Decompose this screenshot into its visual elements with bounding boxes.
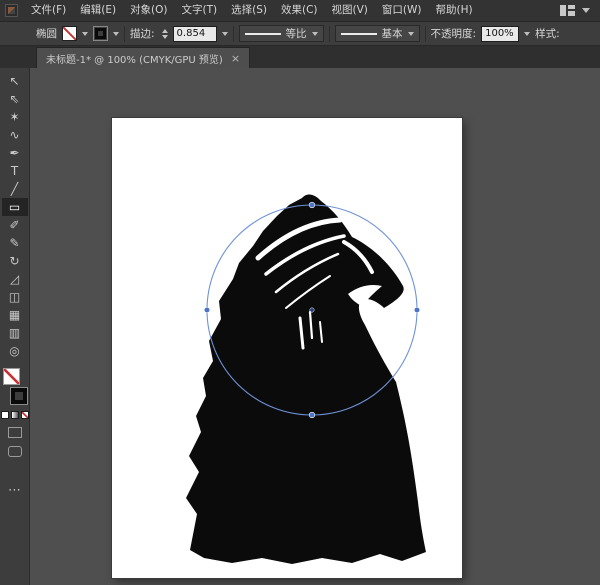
line-segment-tool[interactable]: ╱ — [2, 180, 28, 198]
active-tool-label: 椭圆 — [36, 26, 57, 41]
mesh-tool[interactable]: ▦ — [2, 306, 28, 324]
brush-definition-dropdown[interactable]: 基本 — [335, 25, 420, 42]
fill-chevron-icon[interactable] — [82, 32, 88, 36]
rotate-tool[interactable]: ↻ — [2, 252, 28, 270]
none-button[interactable] — [21, 411, 29, 419]
menu-type[interactable]: 文字(T) — [175, 0, 225, 21]
style-label: 样式: — [535, 26, 560, 41]
menu-select[interactable]: 选择(S) — [224, 0, 274, 21]
opacity-input[interactable] — [481, 26, 519, 42]
magic-wand-tool[interactable]: ✶ — [2, 108, 28, 126]
pencil-tool[interactable]: ✎ — [2, 234, 28, 252]
brush-definition-value: 基本 — [382, 26, 403, 41]
stroke-color-indicator[interactable] — [11, 388, 27, 404]
chevron-down-icon[interactable] — [582, 8, 590, 13]
color-mode-buttons — [1, 411, 29, 419]
gradient-tool[interactable]: ▥ — [2, 324, 28, 342]
width-profile-dropdown[interactable]: 等比 — [239, 25, 324, 42]
selection-tool[interactable]: ↖ — [2, 72, 28, 90]
menu-effect[interactable]: 效果(C) — [274, 0, 325, 21]
anchor-bottom[interactable] — [309, 412, 315, 418]
fill-stroke-indicator — [2, 368, 28, 406]
scale-tool[interactable]: ◿ — [2, 270, 28, 288]
artwork-svg — [112, 118, 462, 578]
zoom-tool[interactable]: ◎ — [2, 342, 28, 360]
illustrator-window: 文件(F) 编辑(E) 对象(O) 文字(T) 选择(S) 效果(C) 视图(V… — [0, 0, 600, 585]
shape-builder-tool[interactable]: ◫ — [2, 288, 28, 306]
separator — [329, 26, 330, 42]
control-bar: 椭圆 描边: 等比 基本 不透明度: 样式: — [0, 22, 600, 46]
tab-bar: 未标题-1* @ 100% (CMYK/GPU 预览) × — [0, 46, 600, 68]
canvas[interactable] — [30, 68, 600, 585]
opacity-chevron-icon[interactable] — [524, 32, 530, 36]
menu-object[interactable]: 对象(O) — [123, 0, 174, 21]
type-tool[interactable]: T — [2, 162, 28, 180]
fill-color-swatch[interactable] — [62, 26, 77, 41]
center-point[interactable] — [310, 308, 314, 312]
color-button[interactable] — [1, 411, 9, 419]
separator — [425, 26, 426, 42]
chevron-down-icon — [312, 32, 318, 36]
workspace-switcher-icon[interactable] — [560, 5, 575, 16]
document-tab[interactable]: 未标题-1* @ 100% (CMYK/GPU 预览) × — [36, 47, 250, 68]
tab-close-icon[interactable]: × — [231, 52, 240, 65]
opacity-label: 不透明度: — [431, 26, 477, 41]
edit-toolbar-button[interactable]: ⋯ — [8, 483, 21, 498]
width-profile-value: 等比 — [286, 26, 307, 41]
separator — [124, 26, 125, 42]
draw-mode-button[interactable] — [8, 427, 22, 438]
artboard[interactable] — [112, 118, 462, 578]
menu-help[interactable]: 帮助(H) — [429, 0, 480, 21]
tools-panel: ↖ ⇖ ✶ ∿ ✒ T ╱ ▭ ✐ ✎ ↻ ◿ ◫ ▦ ▥ ◎ ⋯ — [0, 68, 30, 585]
menu-window[interactable]: 窗口(W) — [375, 0, 429, 21]
fill-color-indicator[interactable] — [3, 368, 20, 385]
menu-bar: 文件(F) 编辑(E) 对象(O) 文字(T) 选择(S) 效果(C) 视图(V… — [0, 0, 600, 22]
stroke-width-chevron-icon[interactable] — [222, 32, 228, 36]
screen-mode-button[interactable] — [8, 446, 22, 457]
document-tab-title: 未标题-1* @ 100% (CMYK/GPU 预览) — [46, 51, 223, 66]
stroke-width-label: 描边: — [130, 26, 155, 41]
gradient-button[interactable] — [11, 411, 19, 419]
app-icon[interactable] — [5, 4, 18, 17]
chevron-down-icon — [408, 32, 414, 36]
stroke-chevron-icon[interactable] — [113, 32, 119, 36]
menu-edit[interactable]: 编辑(E) — [73, 0, 123, 21]
width-profile-preview — [245, 33, 281, 35]
brush-preview — [341, 33, 377, 35]
anchor-left[interactable] — [204, 307, 210, 313]
pen-tool[interactable]: ✒ — [2, 144, 28, 162]
stroke-color-swatch[interactable] — [93, 26, 108, 41]
separator — [233, 26, 234, 42]
anchor-top[interactable] — [309, 202, 315, 208]
lasso-tool[interactable]: ∿ — [2, 126, 28, 144]
menu-file[interactable]: 文件(F) — [24, 0, 73, 21]
eagle-artwork[interactable] — [186, 194, 426, 564]
anchor-right[interactable] — [414, 307, 420, 313]
menu-view[interactable]: 视图(V) — [325, 0, 375, 21]
rectangle-tool[interactable]: ▭ — [2, 198, 28, 216]
direct-selection-tool[interactable]: ⇖ — [2, 90, 28, 108]
stroke-width-stepper[interactable] — [162, 29, 168, 39]
stroke-width-input[interactable] — [173, 26, 217, 42]
paintbrush-tool[interactable]: ✐ — [2, 216, 28, 234]
